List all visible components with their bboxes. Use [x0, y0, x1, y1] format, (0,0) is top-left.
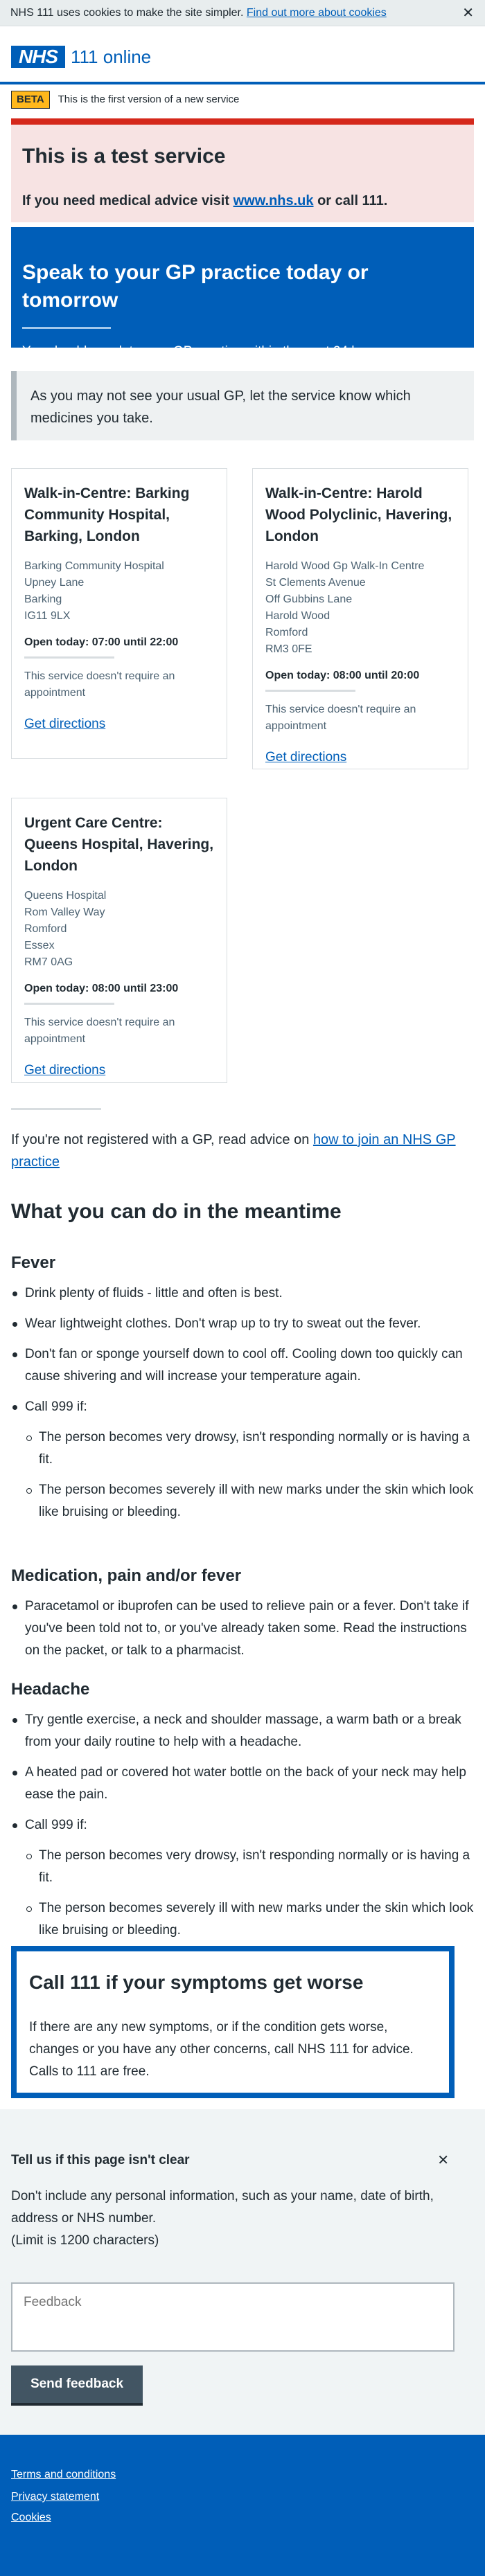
- address-line: Essex: [24, 940, 55, 951]
- headache-section: Headache Try gentle exercise, a neck and…: [11, 1679, 474, 1950]
- fever-list: Drink plenty of fluids - little and ofte…: [11, 1282, 474, 1523]
- card-divider: [265, 690, 355, 692]
- address-line: Rom Valley Way: [24, 906, 105, 918]
- cookie-info-link[interactable]: Find out more about cookies: [247, 7, 387, 19]
- headache-list: Try gentle exercise, a neck and shoulder…: [11, 1709, 474, 1942]
- hero-divider: [22, 327, 111, 329]
- list-item: Drink plenty of fluids - little and ofte…: [11, 1282, 474, 1305]
- address-line: Romford: [265, 627, 308, 638]
- service-address: Queens Hospital Rom Valley Way Romford E…: [24, 888, 214, 971]
- test-service-title: This is a test service: [22, 145, 226, 168]
- service-card: Walk-in-Centre: Harold Wood Polyclinic, …: [252, 468, 468, 769]
- list-item: A heated pad or covered hot water bottle…: [11, 1762, 474, 1806]
- service-title: Walk-in-Centre: Harold Wood Polyclinic, …: [265, 485, 452, 544]
- service-card: Urgent Care Centre: Queens Hospital, Hav…: [11, 798, 227, 1083]
- service-address: Barking Community Hospital Upney Lane Ba…: [24, 558, 214, 625]
- hero-title: Speak to your GP practice today or tomor…: [22, 261, 369, 312]
- medication-heading: Medication, pain and/or fever: [11, 1566, 242, 1585]
- address-line: Upney Lane: [24, 577, 85, 589]
- address-line: Barking: [24, 593, 62, 605]
- medicines-inset: As you may not see your usual GP, let th…: [11, 371, 474, 440]
- cookie-text: NHS 111 uses cookies to make the site si…: [10, 7, 244, 19]
- list-item: Try gentle exercise, a neck and shoulder…: [11, 1709, 474, 1753]
- headache-heading: Headache: [11, 1680, 90, 1699]
- service-address: Harold Wood Gp Walk-In Centre St Clement…: [265, 558, 455, 658]
- footer-link-terms[interactable]: Terms and conditions: [11, 2467, 116, 2483]
- sub-list-item: The person becomes severely ill with new…: [11, 1479, 474, 1523]
- call-111-card: Call 111 if your symptoms get worse If t…: [11, 1946, 455, 2098]
- get-directions-link[interactable]: Get directions: [24, 717, 105, 731]
- test-service-text: If you need medical advice visit www.nhs…: [22, 191, 463, 211]
- test-service-warning: This is a test service If you need medic…: [11, 118, 474, 222]
- test-service-text-before: If you need medical advice visit: [22, 193, 230, 208]
- address-line: Harold Wood: [265, 610, 330, 622]
- address-line: Barking Community Hospital: [24, 560, 164, 572]
- gp-registration-advice: If you're not registered with a GP, read…: [11, 1129, 474, 1173]
- address-line: Harold Wood Gp Walk-In Centre: [265, 560, 425, 572]
- footer-link-cookies[interactable]: Cookies: [11, 2510, 51, 2526]
- address-line: IG11 9LX: [24, 610, 71, 622]
- service-card: Walk-in-Centre: Barking Community Hospit…: [11, 468, 227, 759]
- list-item: Paracetamol or ibuprofen can be used to …: [11, 1595, 474, 1662]
- opening-times: Open today: 08:00 until 23:00: [24, 983, 179, 994]
- feedback-heading: Tell us if this page isn't clear: [11, 2153, 190, 2167]
- footer-link-privacy[interactable]: Privacy statement: [11, 2489, 99, 2505]
- fever-heading: Fever: [11, 1253, 56, 1272]
- appointment-note: This service doesn't require an appointm…: [265, 704, 416, 732]
- feedback-privacy-note: Don't include any personal information, …: [11, 2189, 434, 2226]
- call-111-text: If there are any new symptoms, or if the…: [29, 2020, 414, 2079]
- sub-list-item: The person becomes very drowsy, isn't re…: [11, 1426, 474, 1471]
- disposition-hero: Speak to your GP practice today or tomor…: [11, 227, 474, 359]
- send-feedback-button[interactable]: Send feedback: [11, 2365, 143, 2403]
- beta-banner: BETA This is the first version of a new …: [11, 90, 475, 109]
- feedback-limit: (Limit is 1200 characters): [11, 2233, 159, 2248]
- get-directions-link[interactable]: Get directions: [24, 1063, 105, 1077]
- card-divider: [24, 656, 114, 659]
- address-line: St Clements Avenue: [265, 577, 366, 589]
- close-icon[interactable]: ✕: [437, 2151, 449, 2170]
- address-line: Queens Hospital: [24, 890, 107, 902]
- medication-section: Medication, pain and/or fever Paracetamo…: [11, 1565, 474, 1670]
- address-line: RM7 0AG: [24, 956, 73, 968]
- medication-list: Paracetamol or ibuprofen can be used to …: [11, 1595, 474, 1662]
- list-item: Don't fan or sponge yourself down to coo…: [11, 1343, 474, 1388]
- feedback-note: Don't include any personal information, …: [11, 2185, 475, 2252]
- appointment-note: This service doesn't require an appointm…: [24, 670, 175, 699]
- nhs-website-link[interactable]: www.nhs.uk: [233, 193, 314, 208]
- feedback-panel: Tell us if this page isn't clear ✕ Don't…: [0, 2109, 485, 2435]
- address-line: Romford: [24, 923, 67, 935]
- test-service-text-after: or call 111.: [317, 193, 388, 208]
- appointment-note: This service doesn't require an appointm…: [24, 1017, 175, 1045]
- fever-section: Fever Drink plenty of fluids - little an…: [11, 1252, 474, 1532]
- site-header: NHS 111 online: [0, 26, 485, 84]
- hero-subtitle: You should speak to your GP practice wit…: [22, 344, 385, 359]
- card-divider: [24, 1003, 114, 1005]
- close-icon[interactable]: ✕: [462, 0, 474, 26]
- beta-tag: BETA: [11, 91, 50, 109]
- service-title: Walk-in-Centre: Barking Community Hospit…: [24, 485, 190, 544]
- list-item: Call 999 if:: [11, 1814, 474, 1836]
- section-divider: [11, 1108, 101, 1110]
- cookie-banner: NHS 111 uses cookies to make the site si…: [0, 0, 485, 26]
- list-item: Wear lightweight clothes. Don't wrap up …: [11, 1313, 474, 1335]
- address-line: Off Gubbins Lane: [265, 593, 353, 605]
- service-title: Urgent Care Centre: Queens Hospital, Hav…: [24, 815, 214, 874]
- service-name[interactable]: 111 online: [71, 46, 151, 68]
- site-footer: Terms and conditions Privacy statement C…: [0, 2435, 485, 2576]
- nhs-logo[interactable]: NHS: [11, 46, 65, 68]
- call-111-heading: Call 111 if your symptoms get worse: [29, 1971, 364, 1993]
- sub-list-item: The person becomes severely ill with new…: [11, 1897, 474, 1942]
- sub-list-item: The person becomes very drowsy, isn't re…: [11, 1845, 474, 1889]
- meantime-heading: What you can do in the meantime: [11, 1200, 342, 1223]
- opening-times: Open today: 07:00 until 22:00: [24, 636, 179, 648]
- get-directions-link[interactable]: Get directions: [265, 750, 346, 764]
- gp-advice-text: If you're not registered with a GP, read…: [11, 1132, 310, 1147]
- list-item: Call 999 if:: [11, 1396, 474, 1418]
- feedback-input[interactable]: [11, 2282, 455, 2352]
- beta-text: This is the first version of a new servi…: [58, 93, 240, 105]
- address-line: RM3 0FE: [265, 643, 312, 655]
- opening-times: Open today: 08:00 until 20:00: [265, 670, 420, 681]
